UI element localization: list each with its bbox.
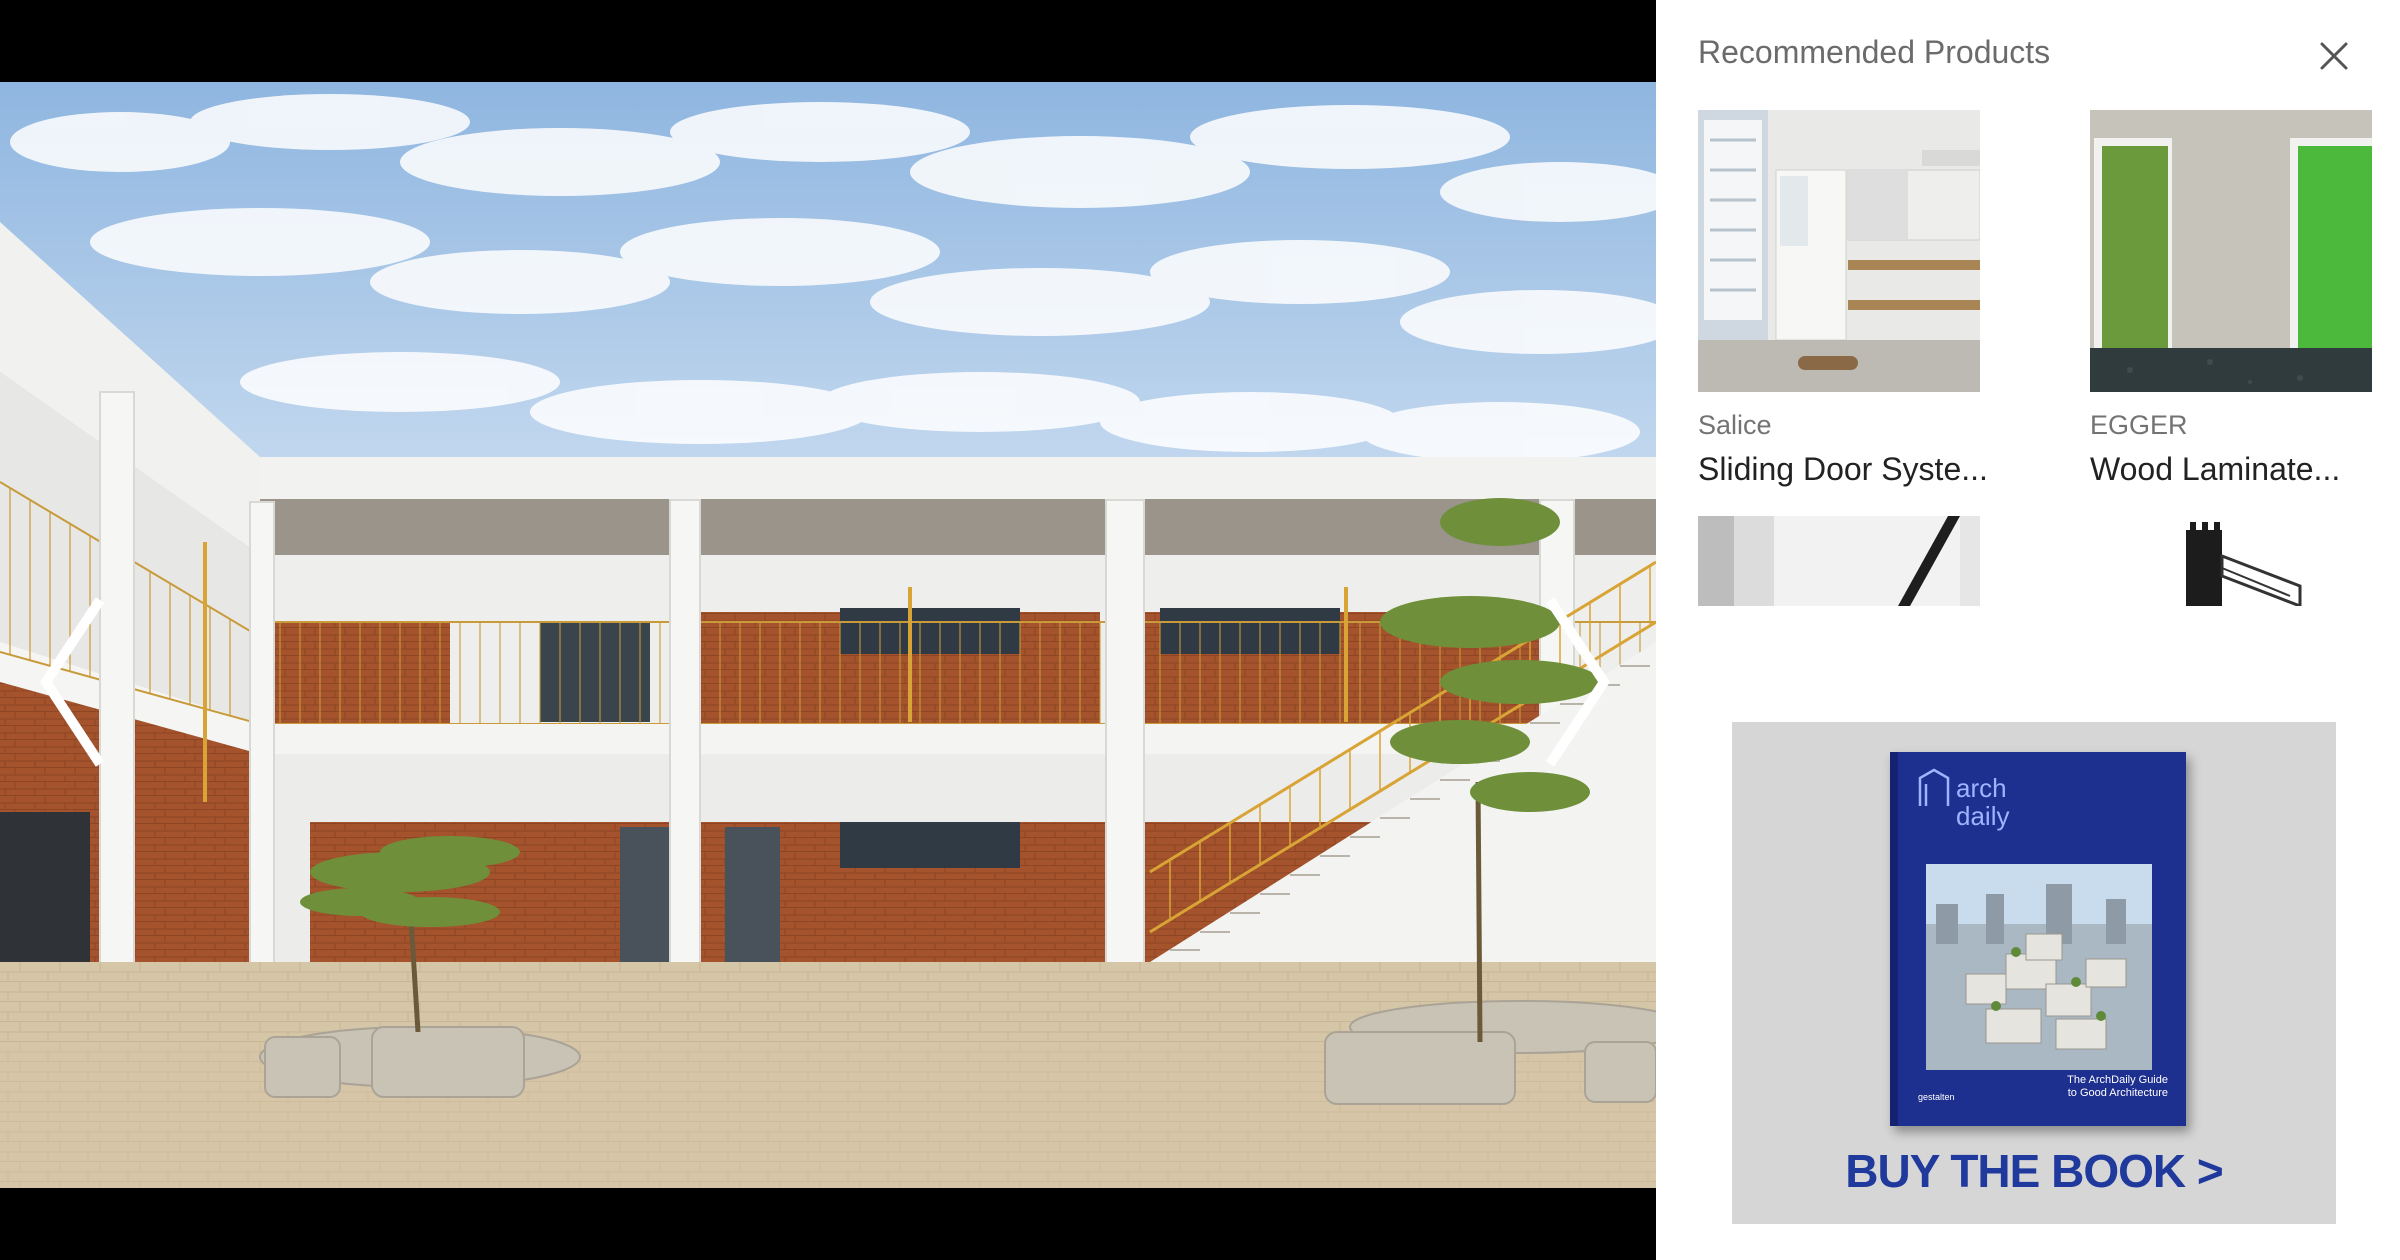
buy-book-ad[interactable]: arch daily The ArchDaily Guide to Good A… <box>1732 722 2336 1224</box>
book-caption: The ArchDaily Guide to Good Architecture <box>1998 1074 2168 1100</box>
product-card[interactable]: Salice Sliding Door Syste... <box>1698 110 1998 488</box>
product-card[interactable]: EGGER Wood Laminate... <box>2090 110 2378 488</box>
previous-image-button[interactable] <box>30 592 120 772</box>
product-brand: Salice <box>1698 410 1772 440</box>
book-spine <box>1890 752 1898 1126</box>
book-brand-line-2: daily <box>1956 801 2010 831</box>
recommended-products-panel: Recommended Products Salice Sliding Door… <box>1656 0 2400 1260</box>
product-name[interactable]: Sliding Door Syste... <box>1698 451 1998 488</box>
gallery-viewer <box>0 0 1656 1260</box>
product-name[interactable]: Wood Laminate... <box>2090 451 2378 488</box>
buy-the-book-link[interactable]: BUY THE BOOK > <box>1732 1144 2336 1198</box>
book-brand: arch daily <box>1956 774 2009 830</box>
gallery-photo <box>0 82 1656 1188</box>
book-publisher: gestalten <box>1918 1092 1955 1102</box>
book-cover-photo <box>1926 864 2152 1070</box>
product-list: Salice Sliding Door Syste... EGGER Wood … <box>1698 110 2378 606</box>
book-cover: arch daily The ArchDaily Guide to Good A… <box>1890 752 2186 1126</box>
chevron-left-icon <box>40 597 105 767</box>
product-brand: EGGER <box>2090 410 2188 440</box>
close-icon <box>2320 42 2348 70</box>
product-image <box>1698 110 1980 392</box>
close-button[interactable] <box>2314 36 2354 76</box>
panel-title: Recommended Products <box>1698 34 2051 70</box>
chevron-right-icon <box>1545 597 1610 767</box>
archdaily-logo-icon <box>1918 768 1950 806</box>
product-image[interactable] <box>1698 516 1980 606</box>
book-caption-line-1: The ArchDaily Guide <box>2067 1074 2168 1086</box>
next-image-button[interactable] <box>1530 592 1620 772</box>
product-image[interactable] <box>2090 516 2372 606</box>
product-image <box>2090 110 2372 392</box>
book-brand-line-1: arch <box>1956 773 2007 803</box>
book-caption-line-2: to Good Architecture <box>2067 1087 2168 1099</box>
